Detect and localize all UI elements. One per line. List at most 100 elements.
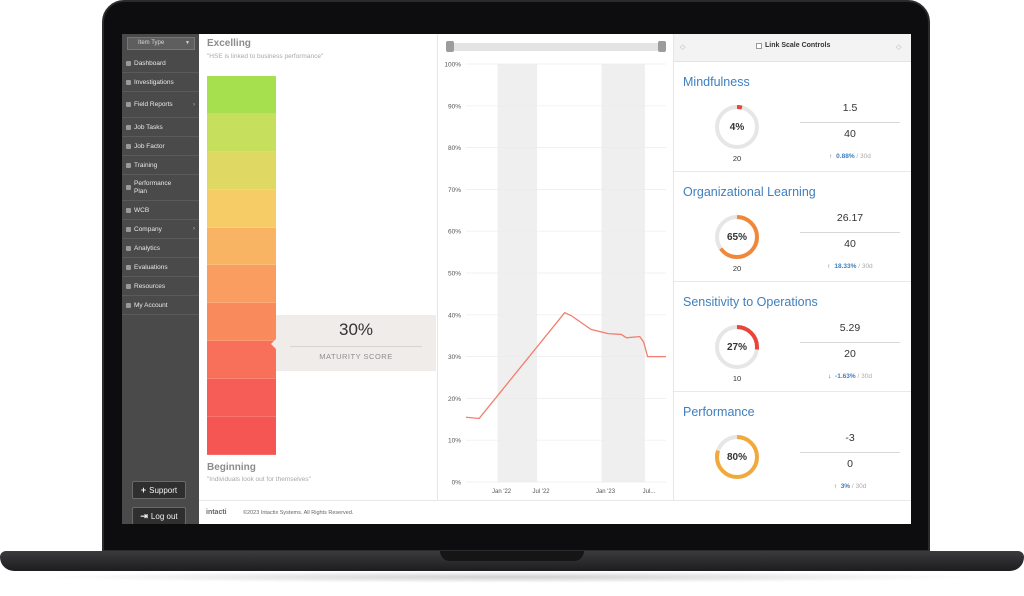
sidebar-item-label: Job Tasks: [134, 123, 163, 131]
maturity-level-6: [207, 265, 276, 304]
metric-divider: [800, 452, 900, 453]
sidebar-item-label: Analytics: [134, 244, 161, 252]
item-type-select[interactable]: Item Type ▼: [127, 37, 195, 50]
sidebar-item-analytics[interactable]: Analytics: [122, 239, 199, 258]
delta-percent: 18.33%: [834, 263, 857, 270]
performance-plan-icon: [126, 185, 131, 190]
metric-title[interactable]: Performance: [683, 405, 755, 419]
sidebar-item-job-factor[interactable]: Job Factor: [122, 137, 199, 156]
y-tick-label: 30%: [448, 354, 461, 361]
maturity-top-quote: "HSE is linked to business performance": [207, 53, 324, 60]
delta-period: / 30d: [851, 483, 867, 490]
sidebar-item-performance-plan[interactable]: Performance Plan: [122, 175, 199, 201]
job-tasks-icon: [126, 124, 131, 130]
maturity-bottom-title: Beginning: [207, 462, 256, 473]
trend-chart-panel: 0% 10% 20% 30% 40% 50% 60% 70% 80% 90% 100% Jan '22…: [437, 34, 673, 500]
delta-percent: 3%: [840, 483, 851, 490]
arrow-down-icon: ↓: [828, 373, 832, 380]
sidebar-item-company[interactable]: Company ›: [122, 220, 199, 239]
gauge-sub-value: 10: [732, 374, 742, 383]
chevron-down-icon: ▼: [185, 40, 190, 46]
sidebar-item-resources[interactable]: Resources: [122, 277, 199, 296]
metric-delta: ↑ 18.33% / 30d: [800, 263, 900, 270]
sidebar-item-label: Field Reports: [134, 100, 173, 108]
plus-icon: +: [140, 485, 147, 495]
metric-card-performance: Performance 80% -3 0 ↑ 3% / 30d: [674, 392, 911, 502]
metric-target-value: 40: [844, 128, 856, 140]
maturity-level-8: [207, 341, 276, 380]
laptop-shadow: [40, 571, 984, 583]
support-button[interactable]: + Support: [132, 481, 186, 499]
company-icon: [126, 226, 131, 232]
metric-delta: ↑ 0.88% / 30d: [800, 153, 900, 160]
maturity-bottom-quote: "Individuals look out for themselves": [207, 476, 311, 483]
y-tick-label: 70%: [448, 187, 461, 194]
metric-target-value: 20: [844, 348, 856, 360]
sidebar-item-evaluations[interactable]: Evaluations: [122, 258, 199, 277]
scale-controls-bar: ◇ Link Scale Controls ◇: [674, 34, 911, 62]
y-tick-label: 60%: [448, 229, 461, 236]
metric-title[interactable]: Organizational Learning: [683, 185, 816, 199]
sidebar-item-dashboard[interactable]: Dashboard: [122, 54, 199, 73]
y-tick-label: 40%: [448, 312, 461, 319]
sidebar-item-job-tasks[interactable]: Job Tasks: [122, 118, 199, 137]
y-tick-label: 100%: [444, 62, 461, 69]
metric-divider: [800, 232, 900, 233]
arrow-up-icon: ↑: [829, 153, 833, 160]
eye-icon[interactable]: ◇: [896, 43, 901, 51]
link-scale-checkbox[interactable]: [756, 43, 762, 49]
sidebar-item-my-account[interactable]: My Account: [122, 296, 199, 315]
range-slider-end-handle[interactable]: [658, 41, 666, 52]
metric-delta: ↑ 3% / 30d: [800, 483, 900, 490]
metric-card-organizational-learning: Organizational Learning 65% 20 26.17 40 …: [674, 172, 911, 282]
eye-icon[interactable]: ◇: [680, 43, 685, 51]
metric-title[interactable]: Mindfulness: [683, 75, 750, 89]
metric-divider: [800, 122, 900, 123]
logout-button[interactable]: ⇥ Log out: [132, 507, 186, 524]
metric-title[interactable]: Sensitivity to Operations: [683, 295, 818, 309]
sidebar-item-label: Evaluations: [134, 263, 168, 271]
metric-delta: ↓ -1.63% / 30d: [800, 373, 900, 380]
maturity-level-9: [207, 379, 276, 418]
job-factor-icon: [126, 143, 131, 149]
footer-logo: intacti: [206, 509, 227, 516]
sidebar-item-label: Resources: [134, 282, 166, 290]
field-reports-icon: [126, 102, 131, 107]
sidebar-item-label: Company: [134, 225, 162, 233]
metric-card-sensitivity-to-operations: Sensitivity to Operations 27% 10 5.29 20…: [674, 282, 911, 392]
gauge-value: 4%: [729, 121, 745, 133]
logout-icon: ⇥: [140, 510, 148, 521]
item-type-label: Item Type: [138, 40, 165, 46]
sidebar-item-wcb[interactable]: WCB: [122, 201, 199, 220]
x-tick-label: Jul '22: [532, 489, 550, 495]
x-tick-label: Jan '22: [492, 489, 512, 495]
support-label: Support: [149, 485, 178, 495]
resources-icon: [126, 283, 131, 289]
maturity-scale: [207, 76, 276, 457]
metric-current-value: 5.29: [839, 322, 861, 334]
range-slider-start-handle[interactable]: [446, 41, 454, 52]
sidebar-item-investigations[interactable]: Investigations: [122, 73, 199, 92]
gauge-value: 27%: [726, 341, 747, 353]
gauge-value: 80%: [726, 451, 747, 463]
sidebar-item-training[interactable]: Training: [122, 156, 199, 175]
footer: intacti ©2023 Intactix Systems. All Righ…: [199, 500, 911, 524]
gauge-sub-value: 20: [732, 264, 742, 273]
arrow-up-icon: ↑: [827, 263, 831, 270]
range-slider-track[interactable]: [448, 43, 664, 51]
maturity-panel: Excelling "HSE is linked to business per…: [199, 34, 437, 500]
y-tick-label: 80%: [448, 145, 461, 152]
x-tick-label: Jan '23: [596, 489, 616, 495]
metric-target-value: 0: [847, 458, 853, 470]
laptop-base-notch: [440, 551, 584, 561]
sidebar-item-field-reports[interactable]: Field Reports ›: [122, 92, 199, 118]
score-divider: [290, 346, 422, 347]
analytics-icon: [126, 245, 131, 251]
y-tick-label: 50%: [448, 271, 461, 278]
delta-period: / 30d: [856, 153, 871, 160]
score-pointer: [271, 339, 276, 349]
wcb-icon: [126, 207, 131, 213]
sidebar-item-label: Dashboard: [134, 59, 166, 67]
arrow-up-icon: ↑: [833, 483, 837, 490]
sidebar: Item Type ▼ Dashboard Investigations Fie…: [122, 34, 199, 524]
